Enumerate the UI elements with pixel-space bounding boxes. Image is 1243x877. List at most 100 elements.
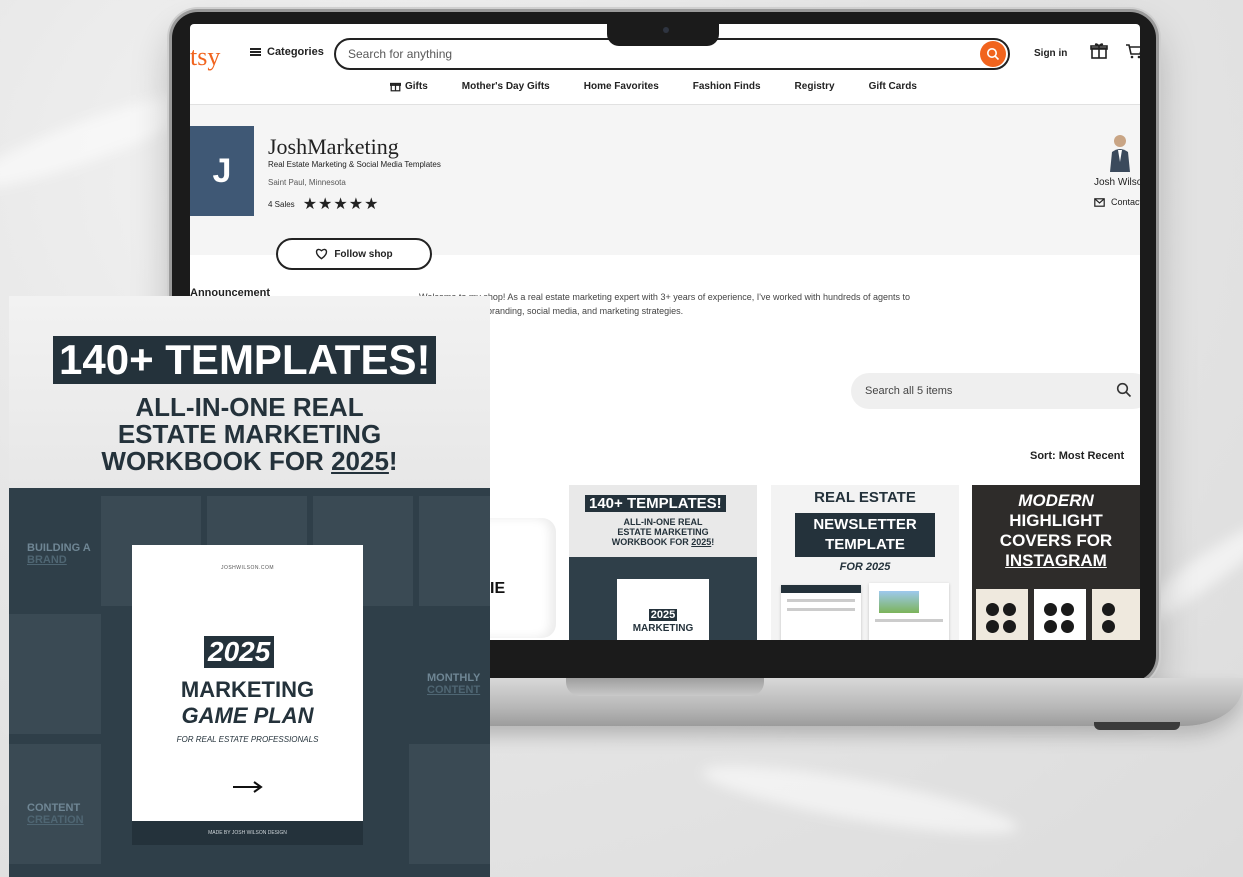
text: 2025 (691, 537, 712, 547)
side-label-line: MONTHLY (427, 672, 481, 684)
text: ! (388, 446, 398, 476)
shop-sales: 4 Sales ★★★★★ (268, 194, 379, 214)
nav-label: Gifts (405, 81, 428, 92)
listing-thumbnail-workbook[interactable]: 140+ TEMPLATES! ALL-IN-ONE REAL ESTATE M… (569, 485, 757, 640)
mail-icon (1094, 197, 1105, 207)
listing-mug-image[interactable] (486, 518, 556, 638)
highlight-dot (1003, 620, 1016, 633)
category-nav: Gifts Mother's Day Gifts Home Favorites … (390, 81, 917, 92)
follow-shop-button[interactable]: Follow shop (276, 238, 432, 270)
thumb-band-line: NEWSLETTER (813, 516, 917, 533)
side-label-content: CONTENT CREATION (27, 802, 84, 826)
thumb-subtitle: ALL-IN-ONE REAL ESTATE MARKETING WORKBOO… (569, 517, 757, 547)
thumb-cover-title: MARKETING (632, 623, 694, 634)
thumb-title-line: MODERN (1018, 491, 1094, 510)
nav-item-mothers-day[interactable]: Mother's Day Gifts (462, 81, 550, 92)
heart-icon (316, 248, 328, 260)
side-label-line: CREATION (27, 814, 84, 826)
nav-item-home-favorites[interactable]: Home Favorites (584, 81, 659, 92)
thumb-title-line: HIGHLIGHT (1009, 511, 1103, 530)
page-preview (419, 496, 490, 606)
cover-year: 2025 (204, 636, 275, 668)
sign-in-link[interactable]: Sign in (1034, 48, 1067, 59)
highlight-tile (1092, 589, 1140, 640)
highlight-dot (1061, 620, 1074, 633)
side-label-line: BRAND (27, 554, 67, 566)
text: 2025 (331, 446, 389, 476)
workbook-cover: JOSHWILSON.COM 2025 MARKETING GAME PLAN … (132, 545, 363, 845)
search-icon[interactable] (1116, 382, 1132, 398)
listing-thumbnail-highlight-covers[interactable]: MODERN HIGHLIGHT COVERS FOR INSTAGRAM (972, 485, 1140, 640)
shop-search-input[interactable]: Search all 5 items (851, 373, 1140, 409)
nav-item-registry[interactable]: Registry (795, 81, 835, 92)
announcement-line: branding, social media, and marketing st… (487, 306, 684, 316)
gift-icon[interactable] (1090, 42, 1108, 60)
sort-dropdown[interactable]: Sort: Most Recent (1030, 450, 1124, 462)
text: WORKBOOK FOR (101, 446, 332, 476)
search-icon (987, 48, 1000, 61)
thumb-band: NEWSLETTER TEMPLATE (795, 513, 935, 557)
cover-title-game-plan: GAME PLAN (181, 703, 314, 728)
laptop-foot (1094, 722, 1180, 730)
contact-label: Contact (1111, 197, 1140, 207)
mug-text: IE (490, 580, 506, 597)
owner-name[interactable]: Josh Wilson (1094, 177, 1140, 188)
categories-label: Categories (267, 46, 324, 58)
announcement-text: Welcome to my shop! As a real estate mar… (419, 290, 1059, 318)
cover-footer: MADE BY JOSH WILSON DESIGN (132, 821, 363, 845)
cart-icon[interactable] (1125, 42, 1140, 60)
poster-subtitle-line: ESTATE MARKETING (117, 419, 382, 449)
workbook-promo-image: 140+ TEMPLATES! ALL-IN-ONE REAL ESTATE M… (9, 296, 490, 877)
thumb-title: REAL ESTATE (814, 489, 916, 506)
announcement-line: Welcome to my shop! As a real estate mar… (419, 292, 911, 302)
newsletter-page (869, 583, 949, 640)
owner-avatar[interactable] (1106, 132, 1134, 172)
etsy-logo[interactable]: tsy (190, 42, 220, 72)
thumb-subtitle-line: WORKBOOK FOR 2025! (569, 537, 757, 547)
side-label-building: BUILDING A BRAND (27, 542, 91, 566)
gift-icon (390, 82, 401, 92)
poster-subtitle-line: ALL-IN-ONE REAL (135, 392, 364, 422)
poster-subtitle-line: WORKBOOK FOR 2025! (9, 448, 490, 475)
highlight-dot (1003, 603, 1016, 616)
nav-item-gifts[interactable]: Gifts (390, 81, 428, 92)
thumb-subtitle-line: ALL-IN-ONE REAL (623, 517, 703, 527)
highlight-dot (986, 603, 999, 616)
thumb-year: FOR 2025 (839, 561, 891, 573)
cover-subtitle: FOR REAL ESTATE PROFESSIONALS (176, 735, 319, 744)
shop-search-placeholder: Search all 5 items (865, 385, 953, 397)
page-header-bar (781, 585, 861, 593)
hamburger-icon (250, 48, 261, 56)
thumb-title: MODERN HIGHLIGHT COVERS FOR INSTAGRAM (972, 491, 1140, 571)
page-preview (409, 744, 490, 864)
side-label-line: CONTENT (27, 802, 81, 814)
page-line (875, 619, 943, 622)
shop-avatar[interactable]: J (190, 126, 254, 216)
thumb-cover-year: 2025 (648, 609, 678, 621)
nav-item-gift-cards[interactable]: Gift Cards (869, 81, 917, 92)
thumb-headline: 140+ TEMPLATES! (585, 495, 726, 512)
page-preview (9, 614, 101, 734)
side-label-line: BUILDING A (27, 542, 91, 554)
laptop-base-groove (566, 678, 764, 696)
text: WORKBOOK FOR (611, 537, 692, 547)
poster-subtitle: ALL-IN-ONE REAL ESTATE MARKETING WORKBOO… (9, 394, 490, 475)
page-line (787, 608, 855, 611)
categories-menu[interactable]: Categories (250, 46, 324, 58)
listing-thumbnail-newsletter[interactable]: REAL ESTATE NEWSLETTER TEMPLATE FOR 2025 (771, 485, 959, 640)
thumb-band-line: TEMPLATE (825, 536, 905, 553)
highlight-dot (986, 620, 999, 633)
sales-count: 4 Sales (268, 199, 295, 209)
highlight-tile (976, 589, 1028, 640)
highlight-dot (1102, 620, 1115, 633)
cover-website: JOSHWILSON.COM (220, 565, 275, 571)
nav-item-fashion-finds[interactable]: Fashion Finds (693, 81, 761, 92)
search-placeholder: Search for anything (348, 47, 453, 61)
rating-stars[interactable]: ★★★★★ (303, 194, 380, 214)
highlight-dot (1061, 603, 1074, 616)
contact-button[interactable]: Contact (1094, 197, 1140, 207)
text: ! (711, 537, 715, 547)
thumb-subtitle-line: ESTATE MARKETING (617, 527, 709, 537)
search-button[interactable] (980, 41, 1006, 67)
highlight-dot (1102, 603, 1115, 616)
